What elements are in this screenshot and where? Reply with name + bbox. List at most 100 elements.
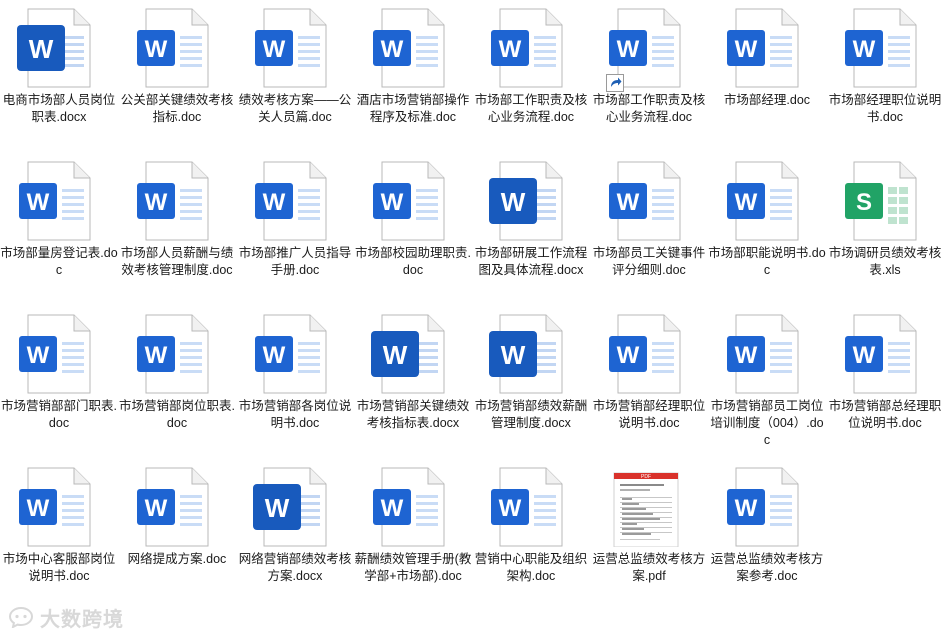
word-document-icon: W — [134, 314, 214, 394]
svg-text:W: W — [381, 36, 404, 63]
file-item[interactable]: W 市场营销部员工岗位培训制度（004）.doc — [708, 306, 826, 456]
file-item[interactable]: W 市场部人员薪酬与绩效考核管理制度.doc — [118, 153, 236, 303]
file-item[interactable]: S 市场调研员绩效考核表.xls — [826, 153, 944, 303]
svg-text:W: W — [853, 36, 876, 63]
svg-text:W: W — [145, 36, 168, 63]
file-item[interactable]: W 市场营销部岗位职表.doc — [118, 306, 236, 456]
file-item[interactable]: W 电商市场部人员岗位职表.docx — [0, 0, 118, 150]
file-name-label: 酒店市场营销部操作程序及标准.doc — [356, 93, 470, 124]
file-item[interactable]: W 市场部推广人员指导手册.doc — [236, 153, 354, 303]
svg-text:W: W — [263, 189, 286, 216]
word-document-icon: W — [488, 161, 568, 241]
word-document-icon: W — [370, 161, 450, 241]
file-item[interactable]: W 营销中心职能及组织架构.doc — [472, 459, 590, 609]
word-document-icon: W — [606, 314, 686, 394]
word-document-icon: W — [16, 314, 96, 394]
word-document-icon: W — [134, 467, 214, 547]
word-document-icon: W — [370, 314, 450, 394]
file-name-label: 市场部推广人员指导手册.doc — [238, 246, 352, 277]
file-item[interactable]: W 网络提成方案.doc — [118, 459, 236, 609]
file-item[interactable]: W 市场部工作职责及核心业务流程.doc — [472, 0, 590, 150]
svg-text:W: W — [735, 36, 758, 63]
word-document-icon: W — [16, 8, 96, 88]
file-item[interactable]: W 市场部量房登记表.doc — [0, 153, 118, 303]
word-document-icon: W — [488, 467, 568, 547]
word-document-icon: W — [724, 314, 804, 394]
word-document-icon: W — [134, 161, 214, 241]
svg-text:W: W — [145, 342, 168, 369]
svg-text:PDF: PDF — [641, 474, 651, 480]
svg-text:W: W — [617, 36, 640, 63]
watermark: 大数跨境 — [8, 604, 124, 631]
svg-text:W: W — [263, 342, 286, 369]
word-document-icon: W — [842, 314, 922, 394]
svg-text:W: W — [853, 342, 876, 369]
svg-text:W: W — [381, 189, 404, 216]
word-document-icon: W — [252, 161, 332, 241]
file-item[interactable]: W 运营总监绩效考核方案参考.doc — [708, 459, 826, 609]
file-name-label: 市场部校园助理职责.doc — [355, 246, 471, 277]
word-document-icon: W — [252, 8, 332, 88]
file-item[interactable]: W 绩效考核方案——公关人员篇.doc — [236, 0, 354, 150]
word-document-icon: W — [16, 161, 96, 241]
svg-text:W: W — [617, 342, 640, 369]
file-item[interactable]: PDF 运营总监绩效考核方案.pdf — [590, 459, 708, 609]
svg-text:W: W — [735, 495, 758, 522]
word-document-icon: W — [724, 161, 804, 241]
file-item[interactable]: W 市场部校园助理职责.doc — [354, 153, 472, 303]
word-document-icon: W — [724, 8, 804, 88]
svg-text:W: W — [381, 495, 404, 522]
svg-text:W: W — [29, 34, 54, 64]
file-grid: W 电商市场部人员岗位职表.docx W 公关部关键绩效考核指标.doc W 绩效考核方案… — [0, 0, 949, 636]
svg-text:W: W — [383, 340, 408, 370]
svg-text:W: W — [263, 36, 286, 63]
file-item[interactable]: W 市场营销部总经理职位说明书.doc — [826, 306, 944, 456]
file-item[interactable]: W 市场部研展工作流程图及具体流程.docx — [472, 153, 590, 303]
file-name-label: 公关部关键绩效考核指标.doc — [120, 93, 234, 124]
file-item[interactable]: W 网络营销部绩效考核方案.docx — [236, 459, 354, 609]
file-name-label: 市场营销部岗位职表.doc — [119, 399, 235, 430]
shortcut-arrow-icon — [606, 74, 624, 92]
file-item[interactable]: W 市场营销部部门职表.doc — [0, 306, 118, 456]
svg-text:W: W — [145, 189, 168, 216]
svg-text:W: W — [499, 36, 522, 63]
word-document-icon: W — [370, 8, 450, 88]
svg-text:S: S — [856, 189, 872, 216]
file-item[interactable]: W 市场部工作职责及核心业务流程.doc — [590, 0, 708, 150]
watermark-text: 大数跨境 — [40, 608, 124, 631]
file-item[interactable]: W 市场营销部关键绩效考核指标表.docx — [354, 306, 472, 456]
word-document-icon: W — [606, 8, 686, 92]
file-name-label: 市场营销部总经理职位说明书.doc — [828, 399, 942, 430]
file-item[interactable]: W 市场营销部绩效薪酬管理制度.docx — [472, 306, 590, 456]
word-document-icon: W — [488, 314, 568, 394]
svg-text:W: W — [501, 340, 526, 370]
file-item[interactable]: W 薪酬绩效管理手册(教学部+市场部).doc — [354, 459, 472, 609]
file-item[interactable]: W 市场中心客服部岗位说明书.doc — [0, 459, 118, 609]
file-name-label: 市场营销部各岗位说明书.doc — [238, 399, 352, 430]
file-name-label: 市场部人员薪酬与绩效考核管理制度.doc — [120, 246, 234, 277]
word-document-icon: W — [370, 467, 450, 547]
svg-text:W: W — [501, 187, 526, 217]
file-item[interactable]: W 酒店市场营销部操作程序及标准.doc — [354, 0, 472, 150]
file-name-label: 市场部工作职责及核心业务流程.doc — [474, 93, 588, 124]
svg-text:W: W — [735, 189, 758, 216]
file-item[interactable]: W 市场部职能说明书.doc — [708, 153, 826, 303]
file-item[interactable]: W 市场部经理职位说明书.doc — [826, 0, 944, 150]
word-document-icon: W — [252, 314, 332, 394]
word-document-icon: W — [488, 8, 568, 88]
excel-document-icon: S — [842, 161, 922, 241]
word-document-icon: W — [252, 467, 332, 547]
word-document-icon: W — [842, 8, 922, 88]
svg-text:W: W — [265, 493, 290, 523]
file-name-label: 市场部量房登记表.doc — [0, 246, 118, 277]
file-name-label: 市场营销部关键绩效考核指标表.docx — [356, 399, 470, 430]
file-name-label: 市场部经理职位说明书.doc — [828, 93, 942, 124]
file-item[interactable]: W 公关部关键绩效考核指标.doc — [118, 0, 236, 150]
file-item[interactable]: W 市场营销部经理职位说明书.doc — [590, 306, 708, 456]
file-name-label: 市场营销部部门职表.doc — [1, 399, 117, 430]
word-document-icon: W — [606, 161, 686, 241]
file-item[interactable]: W 市场部经理.doc — [708, 0, 826, 150]
file-item[interactable]: W 市场部员工关键事件评分细则.doc — [590, 153, 708, 303]
file-item[interactable]: W 市场营销部各岗位说明书.doc — [236, 306, 354, 456]
file-name-label: 绩效考核方案——公关人员篇.doc — [238, 93, 352, 124]
